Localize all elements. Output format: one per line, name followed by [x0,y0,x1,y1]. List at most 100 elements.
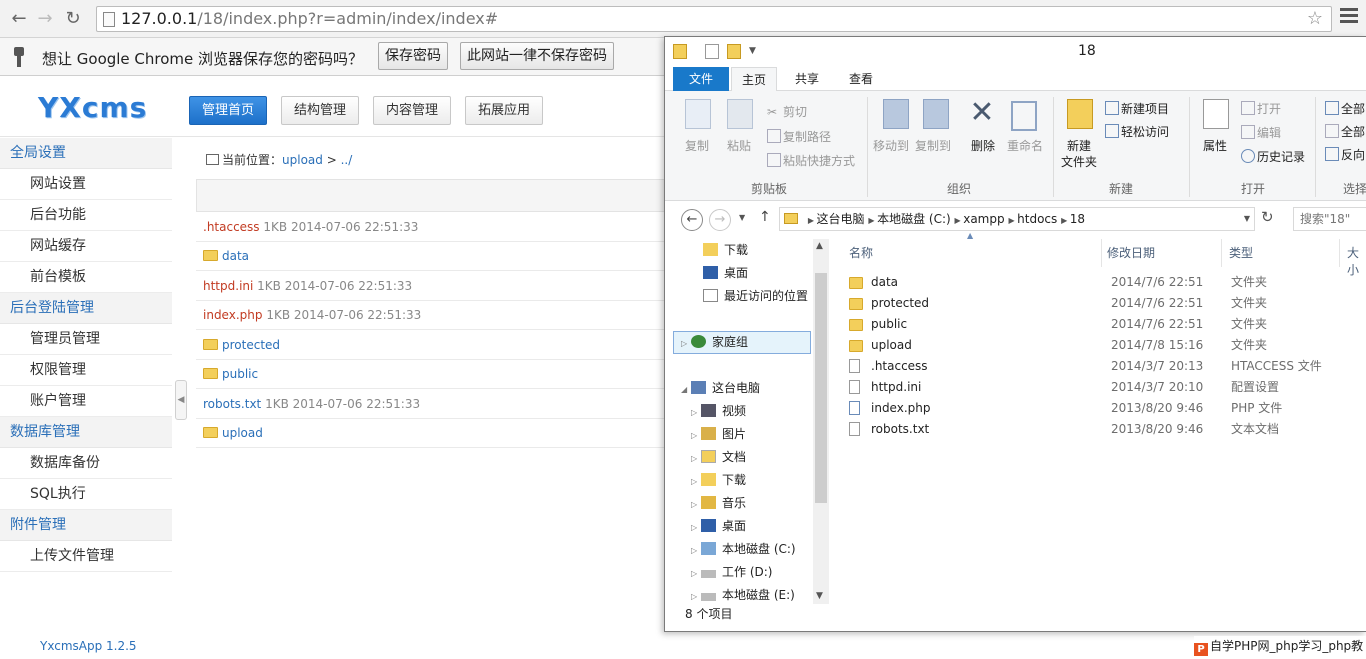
nav-scrollbar[interactable]: ▲ ▼ [813,239,829,604]
customize-qat-icon[interactable]: ▼ [749,46,763,61]
open-icon[interactable] [1241,101,1255,115]
move-to-button[interactable]: 移动到 [873,137,909,154]
bookmark-star-icon[interactable]: ☆ [1307,8,1323,29]
nav-item-downloads[interactable]: 下载 [703,239,748,261]
back-icon[interactable]: ← [8,8,30,30]
nav-item-videos[interactable]: ▷ 视频 [691,400,746,422]
forward-icon[interactable]: → [709,209,731,231]
file-link[interactable]: httpd.ini [196,279,253,293]
sidebar-group-login[interactable]: 后台登陆管理 [0,293,172,324]
open-button[interactable]: 打开 [1257,100,1281,117]
sidebar-item-upload-files[interactable]: 上传文件管理 [0,541,172,572]
properties-quick-icon[interactable] [705,44,719,59]
list-item[interactable]: public 2014/7/6 22:51 文件夹 [847,314,1366,335]
list-item[interactable]: robots.txt 2013/8/20 9:46 文本文档 [847,419,1366,440]
expand-icon[interactable]: ▷ [691,448,701,470]
file-link[interactable]: .htaccess [196,220,260,234]
table-row[interactable]: upload [196,419,680,448]
list-item[interactable]: .htaccess 2014/3/7 20:13 HTACCESS 文件 [847,356,1366,377]
copy-button[interactable]: 复制 [685,137,709,154]
properties-button[interactable]: 属性 [1203,137,1227,154]
nav-item-pictures[interactable]: ▷ 图片 [691,423,746,445]
scroll-down-icon[interactable]: ▼ [816,591,823,601]
edit-icon[interactable] [1241,125,1255,139]
new-folder-button-line1[interactable]: 新建 [1067,137,1091,154]
address-segment[interactable]: xampp [963,212,1004,226]
list-item[interactable]: index.php 2013/8/20 9:46 PHP 文件 [847,398,1366,419]
invert-selection-icon[interactable] [1325,147,1339,161]
properties-icon[interactable] [1203,99,1229,129]
address-segment[interactable]: 18 [1070,212,1085,226]
folder-link[interactable]: public [222,367,258,381]
column-separator[interactable] [1339,239,1340,267]
sidebar-item-site-settings[interactable]: 网站设置 [0,169,172,200]
invert-selection-button[interactable]: 反向 [1341,146,1365,163]
easy-access-icon[interactable] [1105,124,1119,138]
scrollbar-thumb[interactable] [815,273,827,503]
sidebar-item-backend-functions[interactable]: 后台功能 [0,200,172,231]
paste-icon[interactable] [727,99,753,129]
new-folder-button-line2[interactable]: 文件夹 [1061,153,1097,170]
expand-icon[interactable]: ▷ [691,494,701,516]
save-password-button[interactable]: 保存密码 [378,42,448,70]
nav-admin-home[interactable]: 管理首页 [189,96,268,125]
chrome-menu-icon[interactable] [1340,8,1358,26]
explorer-address-field[interactable]: ▶ 这台电脑 ▶ 本地磁盘 (C:) ▶ xampp ▶ htdocs ▶ 18… [779,207,1255,231]
column-name[interactable]: 名称 [849,244,873,261]
sidebar-item-accounts[interactable]: 账户管理 [0,386,172,417]
nav-item-local-e[interactable]: ▷ 本地磁盘 (E:) [691,584,795,606]
scroll-up-icon[interactable]: ▲ [816,241,823,251]
new-item-icon[interactable] [1105,101,1119,115]
forward-icon[interactable]: → [34,8,56,30]
breadcrumb-parent[interactable]: ../ [341,153,353,167]
address-bar[interactable]: 127.0.0.1/18/index.php?r=admin/index/ind… [96,6,1332,32]
sidebar-item-templates[interactable]: 前台模板 [0,262,172,293]
easy-access-button[interactable]: 轻松访问 [1121,123,1169,140]
expand-icon[interactable]: ▷ [691,425,701,447]
list-item[interactable]: upload 2014/7/8 15:16 文件夹 [847,335,1366,356]
list-item[interactable]: data 2014/7/6 22:51 文件夹 [847,272,1366,293]
reload-icon[interactable]: ↻ [62,8,84,30]
expand-icon[interactable]: ▷ [691,402,701,424]
list-item[interactable]: httpd.ini 2014/3/7 20:10 配置设置 [847,377,1366,398]
table-row[interactable]: public [196,360,680,389]
nav-item-music[interactable]: ▷ 音乐 [691,492,746,514]
table-row[interactable]: data [196,242,680,271]
new-folder-icon[interactable] [1067,99,1093,129]
address-segment[interactable]: 这台电脑 [817,212,865,226]
tab-file[interactable]: 文件 [673,67,729,91]
back-icon[interactable]: ← [681,209,703,231]
copy-icon[interactable] [685,99,711,129]
collapse-icon[interactable]: ◢ [681,379,691,401]
history-icon[interactable] [1241,149,1255,163]
explorer-search-input[interactable]: 搜索"18" [1293,207,1366,231]
sidebar-collapse-handle[interactable]: ◀ [175,380,187,420]
nav-item-this-pc[interactable]: ◢ 这台电脑 [681,377,760,399]
sidebar-item-sql[interactable]: SQL执行 [0,479,172,510]
expand-icon[interactable]: ▷ [691,517,701,539]
copy-to-icon[interactable] [923,99,949,129]
sidebar-item-permissions[interactable]: 权限管理 [0,355,172,386]
expand-icon[interactable]: ▷ [691,471,701,493]
paste-shortcut-icon[interactable] [767,153,781,167]
new-item-button[interactable]: 新建项目 [1121,100,1169,117]
nav-item-desktop[interactable]: 桌面 [703,262,748,284]
table-row[interactable]: robots.txt 1KB 2014-07-06 22:51:33 [196,390,680,419]
expand-icon[interactable]: ▷ [691,540,701,562]
copy-path-button[interactable]: 复制路径 [783,128,831,145]
move-to-icon[interactable] [883,99,909,129]
tab-home[interactable]: 主页 [731,67,777,92]
expand-icon[interactable]: ▷ [681,333,691,355]
sidebar-item-admins[interactable]: 管理员管理 [0,324,172,355]
recent-locations-icon[interactable]: ▼ [739,213,745,222]
file-link[interactable]: robots.txt [196,397,261,411]
sidebar-item-site-cache[interactable]: 网站缓存 [0,231,172,262]
list-item[interactable]: protected 2014/7/6 22:51 文件夹 [847,293,1366,314]
table-row[interactable]: protected [196,331,680,360]
select-none-button[interactable]: 全部 [1341,123,1365,140]
nav-item-desktop-pc[interactable]: ▷ 桌面 [691,515,746,537]
sidebar-group-database[interactable]: 数据库管理 [0,417,172,448]
history-button[interactable]: 历史记录 [1257,148,1305,165]
nav-item-local-c[interactable]: ▷ 本地磁盘 (C:) [691,538,796,560]
rename-icon[interactable] [1011,101,1037,131]
